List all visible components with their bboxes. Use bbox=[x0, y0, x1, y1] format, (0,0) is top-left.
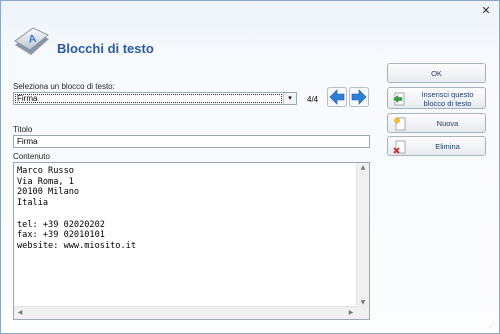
title-label: Titolo bbox=[13, 125, 33, 134]
delete-document-icon bbox=[393, 140, 406, 154]
insert-button-label-line1: Inserisci questo bbox=[421, 90, 474, 99]
content-label: Contenuto bbox=[13, 152, 50, 161]
content-text: Marco Russo Via Roma, 1 20100 Milano Ita… bbox=[17, 166, 136, 251]
insert-button-label-line2: blocco di testo bbox=[423, 99, 472, 108]
select-block-label: Seleziona un blocco di testo: bbox=[13, 82, 115, 91]
new-button-label: Nuova bbox=[436, 119, 459, 128]
arrow-right-icon[interactable] bbox=[349, 87, 369, 107]
title-bar: ✕ bbox=[1, 1, 499, 21]
scroll-down-icon[interactable]: ▼ bbox=[357, 299, 369, 306]
delete-button[interactable]: Elimina bbox=[387, 136, 486, 156]
text-block-select[interactable]: Firma ▾ bbox=[13, 92, 297, 105]
horizontal-scrollbar[interactable]: ◀ ▶ bbox=[14, 306, 357, 319]
ok-button-label: OK bbox=[431, 69, 442, 78]
vertical-scrollbar[interactable]: ▲ ▼ bbox=[356, 163, 369, 307]
keyboard-key-a-icon: A bbox=[14, 27, 49, 55]
dialog-title: Blocchi di testo bbox=[57, 41, 154, 56]
delete-button-label: Elimina bbox=[435, 142, 460, 151]
content-textarea[interactable]: Marco Russo Via Roma, 1 20100 Milano Ita… bbox=[13, 162, 370, 320]
scrollbar-corner bbox=[357, 307, 369, 319]
new-document-icon bbox=[394, 117, 406, 131]
ok-button[interactable]: OK bbox=[387, 63, 486, 83]
insert-document-icon bbox=[393, 92, 405, 106]
new-button[interactable]: Nuova bbox=[387, 113, 486, 133]
dialog-window: ✕ A Blocchi di testo Seleziona un blocco… bbox=[0, 0, 500, 334]
title-input[interactable]: Firma bbox=[13, 135, 370, 148]
insert-block-button[interactable]: Inserisci questo blocco di testo bbox=[387, 87, 486, 109]
block-counter: 4/4 bbox=[307, 95, 319, 104]
title-input-value: Firma bbox=[17, 137, 38, 146]
close-icon: ✕ bbox=[481, 4, 491, 17]
arrow-left-icon[interactable] bbox=[327, 87, 347, 107]
scroll-right-icon[interactable]: ▶ bbox=[345, 309, 357, 316]
scroll-left-icon[interactable]: ◀ bbox=[14, 309, 26, 316]
resize-grip[interactable]: ⋰ bbox=[489, 323, 497, 331]
scroll-up-icon[interactable]: ▲ bbox=[357, 164, 369, 171]
chevron-down-icon[interactable]: ▾ bbox=[283, 93, 296, 104]
text-block-select-value: Firma bbox=[17, 94, 38, 103]
close-button[interactable]: ✕ bbox=[479, 4, 493, 17]
focus-rect bbox=[15, 94, 282, 103]
